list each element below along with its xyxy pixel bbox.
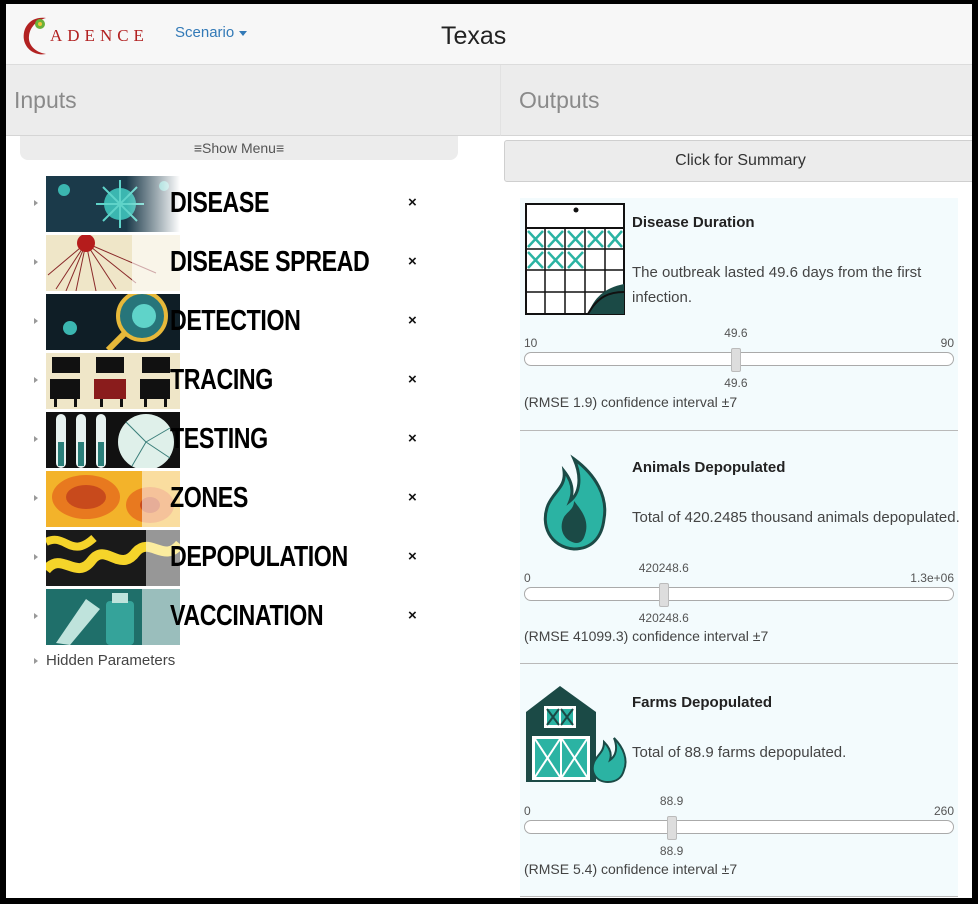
input-item-disease-spread[interactable]: DISEASE SPREAD × bbox=[6, 235, 476, 291]
close-icon[interactable]: × bbox=[408, 607, 417, 624]
input-item-tracing[interactable]: TRACING × bbox=[6, 353, 476, 409]
slider-max-label: 1.3e+06 bbox=[910, 571, 954, 585]
outputs-heading: Outputs bbox=[519, 87, 600, 113]
slider-max-label: 260 bbox=[933, 804, 954, 818]
close-icon[interactable]: × bbox=[408, 548, 417, 565]
show-menu-toggle[interactable]: ≡Show Menu≡ bbox=[20, 136, 458, 160]
input-item-detection[interactable]: DETECTION × bbox=[6, 294, 476, 350]
slider-handle bbox=[666, 816, 677, 840]
output-description: Total of 420.2485 thousand animals depop… bbox=[632, 509, 960, 526]
output-description: Total of 88.9 farms depopulated. bbox=[632, 744, 847, 761]
barn-fire-icon bbox=[524, 682, 628, 800]
slider-handle bbox=[658, 583, 669, 607]
input-label: DETECTION bbox=[170, 305, 301, 337]
output-card-farms-depopulated: Farms Depopulated Total of 88.9 farms de… bbox=[520, 664, 958, 897]
inputs-header: Inputs bbox=[6, 65, 500, 136]
input-label: DEPOPULATION bbox=[170, 541, 348, 573]
slider-value-label: 420248.6 bbox=[638, 611, 689, 625]
zones-image bbox=[46, 471, 180, 527]
close-icon[interactable]: × bbox=[408, 489, 417, 506]
fire-icon bbox=[524, 435, 628, 553]
slider-handle bbox=[730, 348, 741, 372]
depopulation-image bbox=[46, 530, 180, 586]
input-label: TRACING bbox=[170, 364, 273, 396]
magnifier-image bbox=[46, 294, 180, 350]
rmse-text: (RMSE 41099.3) confidence interval ±7 bbox=[524, 628, 769, 644]
inputs-heading: Inputs bbox=[14, 87, 77, 113]
outputs-header: Outputs bbox=[500, 65, 972, 136]
app-window: ADENCE Scenario Texas Inputs Outputs ≡Sh… bbox=[6, 4, 972, 898]
input-label: VACCINATION bbox=[170, 600, 324, 632]
output-slider: 0 1.3e+06 420248.6 420248.6 bbox=[524, 561, 954, 625]
slider-value-label: 420248.6 bbox=[638, 561, 689, 575]
summary-button[interactable]: Click for Summary bbox=[504, 140, 972, 182]
scenario-dropdown[interactable]: Scenario bbox=[175, 24, 248, 41]
rmse-text: (RMSE 5.4) confidence interval ±7 bbox=[524, 861, 738, 877]
slider-value-label: 88.9 bbox=[659, 794, 684, 808]
caret-down-icon bbox=[239, 30, 248, 36]
logo-text: ADENCE bbox=[50, 26, 149, 45]
page-title: Texas bbox=[441, 22, 507, 50]
cattle-image bbox=[46, 353, 180, 409]
expand-arrow-icon bbox=[34, 658, 38, 665]
close-icon[interactable]: × bbox=[408, 194, 417, 211]
output-title: Animals Depopulated bbox=[632, 459, 786, 476]
slider-min-label: 0 bbox=[524, 804, 531, 818]
input-item-testing[interactable]: TESTING × bbox=[6, 412, 476, 468]
output-slider: 0 260 88.9 88.9 bbox=[524, 794, 954, 858]
slider-value-label: 49.6 bbox=[724, 326, 748, 340]
input-item-disease[interactable]: DISEASE × bbox=[6, 176, 476, 232]
output-card-animals-depopulated: Animals Depopulated Total of 420.2485 th… bbox=[520, 431, 960, 664]
scenario-label: Scenario bbox=[175, 24, 235, 41]
expand-arrow-icon bbox=[34, 495, 38, 501]
expand-arrow-icon bbox=[34, 554, 38, 560]
close-icon[interactable]: × bbox=[408, 371, 417, 388]
slider-min-label: 10 bbox=[524, 336, 538, 350]
slider-max-label: 90 bbox=[940, 336, 954, 350]
output-card-disease-duration: Disease Duration The outbreak lasted 49.… bbox=[520, 198, 958, 431]
top-navbar: ADENCE Scenario Texas bbox=[6, 4, 972, 65]
slider-min-label: 0 bbox=[524, 571, 531, 585]
spread-image bbox=[46, 235, 180, 291]
logo-icon bbox=[20, 12, 54, 58]
vaccination-image bbox=[46, 589, 180, 645]
slider-track bbox=[524, 587, 954, 601]
expand-arrow-icon bbox=[34, 377, 38, 383]
close-icon[interactable]: × bbox=[408, 430, 417, 447]
hidden-parameters-toggle[interactable]: Hidden Parameters bbox=[34, 652, 175, 669]
input-item-vaccination[interactable]: VACCINATION × bbox=[6, 589, 476, 645]
brand-logo[interactable]: ADENCE bbox=[20, 12, 149, 58]
virus-image bbox=[46, 176, 180, 232]
input-item-zones[interactable]: ZONES × bbox=[6, 471, 476, 527]
hidden-parameters-label: Hidden Parameters bbox=[46, 652, 176, 669]
expand-arrow-icon bbox=[34, 200, 38, 206]
output-slider: 10 90 49.6 49.6 bbox=[524, 326, 954, 390]
expand-arrow-icon bbox=[34, 318, 38, 324]
close-icon[interactable]: × bbox=[408, 312, 417, 329]
slider-value-label: 88.9 bbox=[659, 844, 684, 858]
input-label: DISEASE bbox=[170, 187, 270, 219]
close-icon[interactable]: × bbox=[408, 253, 417, 270]
expand-arrow-icon bbox=[34, 613, 38, 619]
calendar-icon bbox=[524, 198, 628, 316]
input-label: DISEASE SPREAD bbox=[170, 246, 370, 278]
expand-arrow-icon bbox=[34, 259, 38, 265]
slider-track bbox=[524, 820, 954, 834]
slider-value-label: 49.6 bbox=[724, 376, 748, 390]
input-item-depopulation[interactable]: DEPOPULATION × bbox=[6, 530, 476, 586]
test-tubes-image bbox=[46, 412, 180, 468]
output-title: Disease Duration bbox=[632, 214, 755, 231]
output-description: The outbreak lasted 49.6 days from the f… bbox=[632, 264, 922, 306]
input-label: TESTING bbox=[170, 423, 268, 455]
input-label: ZONES bbox=[170, 482, 248, 514]
expand-arrow-icon bbox=[34, 436, 38, 442]
rmse-text: (RMSE 1.9) confidence interval ±7 bbox=[524, 394, 738, 410]
output-title: Farms Depopulated bbox=[632, 694, 773, 711]
